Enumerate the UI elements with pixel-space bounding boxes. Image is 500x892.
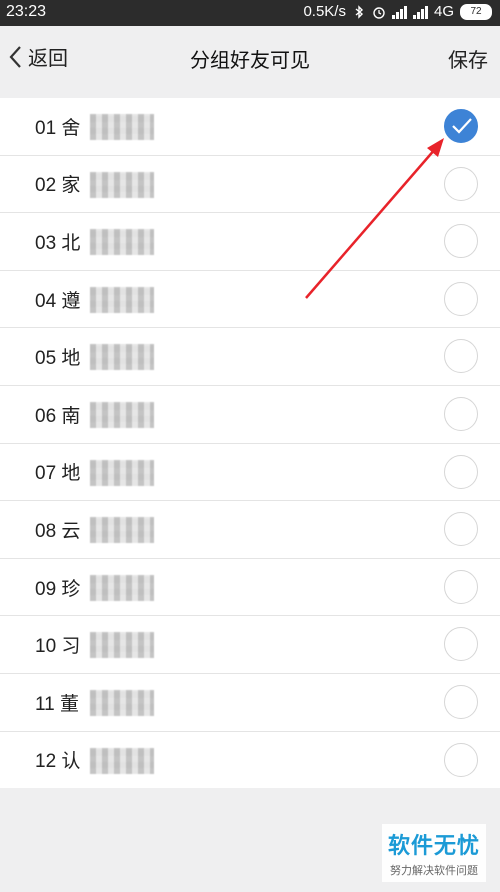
list-item[interactable]: 05 地	[0, 328, 500, 386]
group-label: 02 家	[35, 175, 81, 197]
blurred-name	[90, 286, 154, 313]
watermark-sub: 努力解决软件问题	[390, 864, 478, 877]
checkbox[interactable]	[444, 742, 478, 777]
list-item[interactable]: 08 云	[0, 501, 500, 559]
group-label: 07 地	[35, 463, 81, 485]
status-time: 23:23	[6, 3, 47, 20]
save-button[interactable]: 保存	[448, 44, 488, 73]
list-item[interactable]: 09 珍	[0, 559, 500, 617]
page-title: 分组好友可见	[190, 48, 310, 72]
group-list: 01 舍 02 家 03 北 04 遵 05 地 06 南 07 地 08 云 …	[0, 98, 500, 789]
blurred-name	[90, 632, 154, 659]
status-bar: 23:23 0.5K/s 4G 72	[0, 0, 500, 26]
checkbox[interactable]	[444, 569, 478, 604]
group-label: 01 舍	[35, 117, 81, 139]
checkbox[interactable]	[444, 224, 478, 259]
checkbox[interactable]	[444, 627, 478, 662]
checkbox[interactable]	[444, 454, 478, 489]
checkbox[interactable]	[444, 396, 478, 431]
group-label: 05 地	[35, 348, 81, 370]
blurred-name	[90, 517, 154, 544]
list-item[interactable]: 03 北	[0, 213, 500, 271]
blurred-name	[90, 574, 154, 601]
group-label: 08 云	[35, 520, 81, 542]
blurred-name	[90, 171, 154, 198]
checkbox[interactable]	[444, 166, 478, 201]
group-label: 11 董	[35, 693, 80, 715]
group-label: 10 习	[35, 636, 81, 658]
checkbox[interactable]	[444, 684, 478, 719]
blurred-name	[90, 344, 154, 371]
checkmark-icon	[452, 118, 472, 134]
list-item[interactable]: 11 董	[0, 674, 500, 732]
list-item[interactable]: 06 南	[0, 386, 500, 444]
list-item[interactable]: 04 遵	[0, 271, 500, 329]
blurred-name	[90, 401, 154, 428]
checkbox[interactable]	[444, 512, 478, 547]
group-label: 06 南	[35, 405, 81, 427]
nav-bar: 返回 分组好友可见 保存	[0, 26, 500, 98]
signal-icon-1	[391, 5, 407, 19]
signal-icon-2	[412, 5, 428, 19]
network-type: 4G	[433, 3, 454, 20]
list-item[interactable]: 10 习	[0, 616, 500, 674]
network-speed: 0.5K/s	[303, 3, 346, 20]
group-label: 12 认	[35, 751, 81, 773]
checkbox[interactable]	[444, 109, 478, 143]
list-item[interactable]: 12 认	[0, 732, 500, 789]
status-icons: 0.5K/s 4G 72	[303, 3, 492, 20]
checkbox[interactable]	[444, 281, 478, 316]
list-item[interactable]: 01 舍	[0, 98, 500, 156]
blurred-name	[90, 114, 154, 140]
alarm-icon	[373, 6, 385, 19]
watermark-logo: 软件无忧 努力解决软件问题	[382, 824, 486, 882]
blurred-name	[90, 689, 154, 716]
watermark-main: 软件无忧	[387, 834, 480, 859]
list-item[interactable]: 02 家	[0, 156, 500, 214]
blurred-name	[90, 747, 154, 774]
group-label: 03 北	[35, 232, 81, 254]
battery-icon: 72	[460, 3, 492, 20]
blurred-name	[90, 229, 154, 256]
bluetooth-icon	[355, 4, 364, 19]
list-item[interactable]: 07 地	[0, 444, 500, 502]
group-label: 04 遵	[35, 290, 81, 312]
group-label: 09 珍	[35, 578, 81, 600]
checkbox[interactable]	[444, 339, 478, 374]
blurred-name	[90, 459, 154, 486]
